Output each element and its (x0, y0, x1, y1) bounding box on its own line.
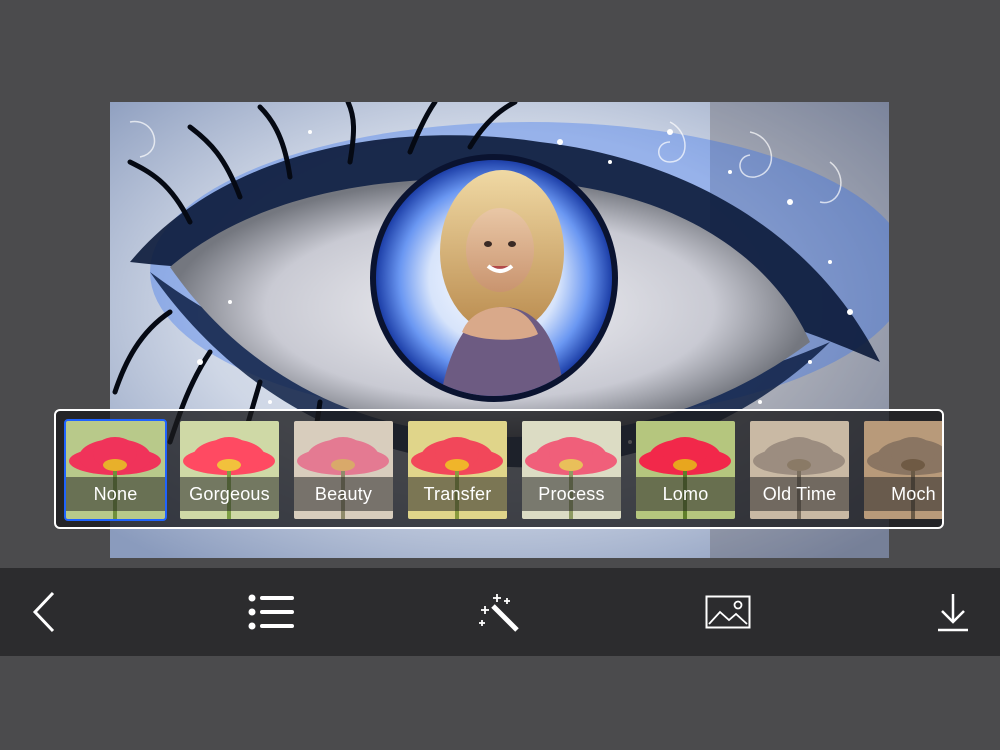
effects-button[interactable] (455, 568, 543, 656)
filter-gorgeous[interactable]: Gorgeous (180, 421, 279, 519)
filter-moch[interactable]: Moch (864, 421, 942, 519)
filter-process[interactable]: Process (522, 421, 621, 519)
back-button[interactable] (0, 568, 88, 656)
bottom-toolbar (0, 568, 1000, 656)
filter-track: None Gorgeous Beauty Transfer Process Lo… (64, 419, 942, 521)
image-icon (705, 595, 751, 629)
filter-beauty[interactable]: Beauty (294, 421, 393, 519)
filter-old-time[interactable]: Old Time (750, 421, 849, 519)
filter-label: Lomo (636, 477, 735, 511)
filter-label: None (66, 477, 165, 511)
magic-wand-icon (479, 594, 519, 632)
app-screen: None Gorgeous Beauty Transfer Process Lo… (0, 0, 1000, 750)
gallery-button[interactable] (684, 568, 772, 656)
filter-lomo[interactable]: Lomo (636, 421, 735, 519)
back-chevron-icon (32, 591, 55, 633)
filter-label: Beauty (294, 477, 393, 511)
filter-label: Moch (864, 477, 942, 511)
download-button[interactable] (909, 568, 997, 656)
filter-label: Old Time (750, 477, 849, 511)
menu-list-button[interactable] (227, 568, 315, 656)
filter-none[interactable]: None (64, 419, 167, 521)
list-icon (248, 594, 294, 630)
filter-transfer[interactable]: Transfer (408, 421, 507, 519)
filter-strip[interactable]: None Gorgeous Beauty Transfer Process Lo… (54, 409, 944, 529)
filter-label: Gorgeous (180, 477, 279, 511)
filter-label: Transfer (408, 477, 507, 511)
filter-label: Process (522, 477, 621, 511)
download-icon (938, 594, 968, 632)
